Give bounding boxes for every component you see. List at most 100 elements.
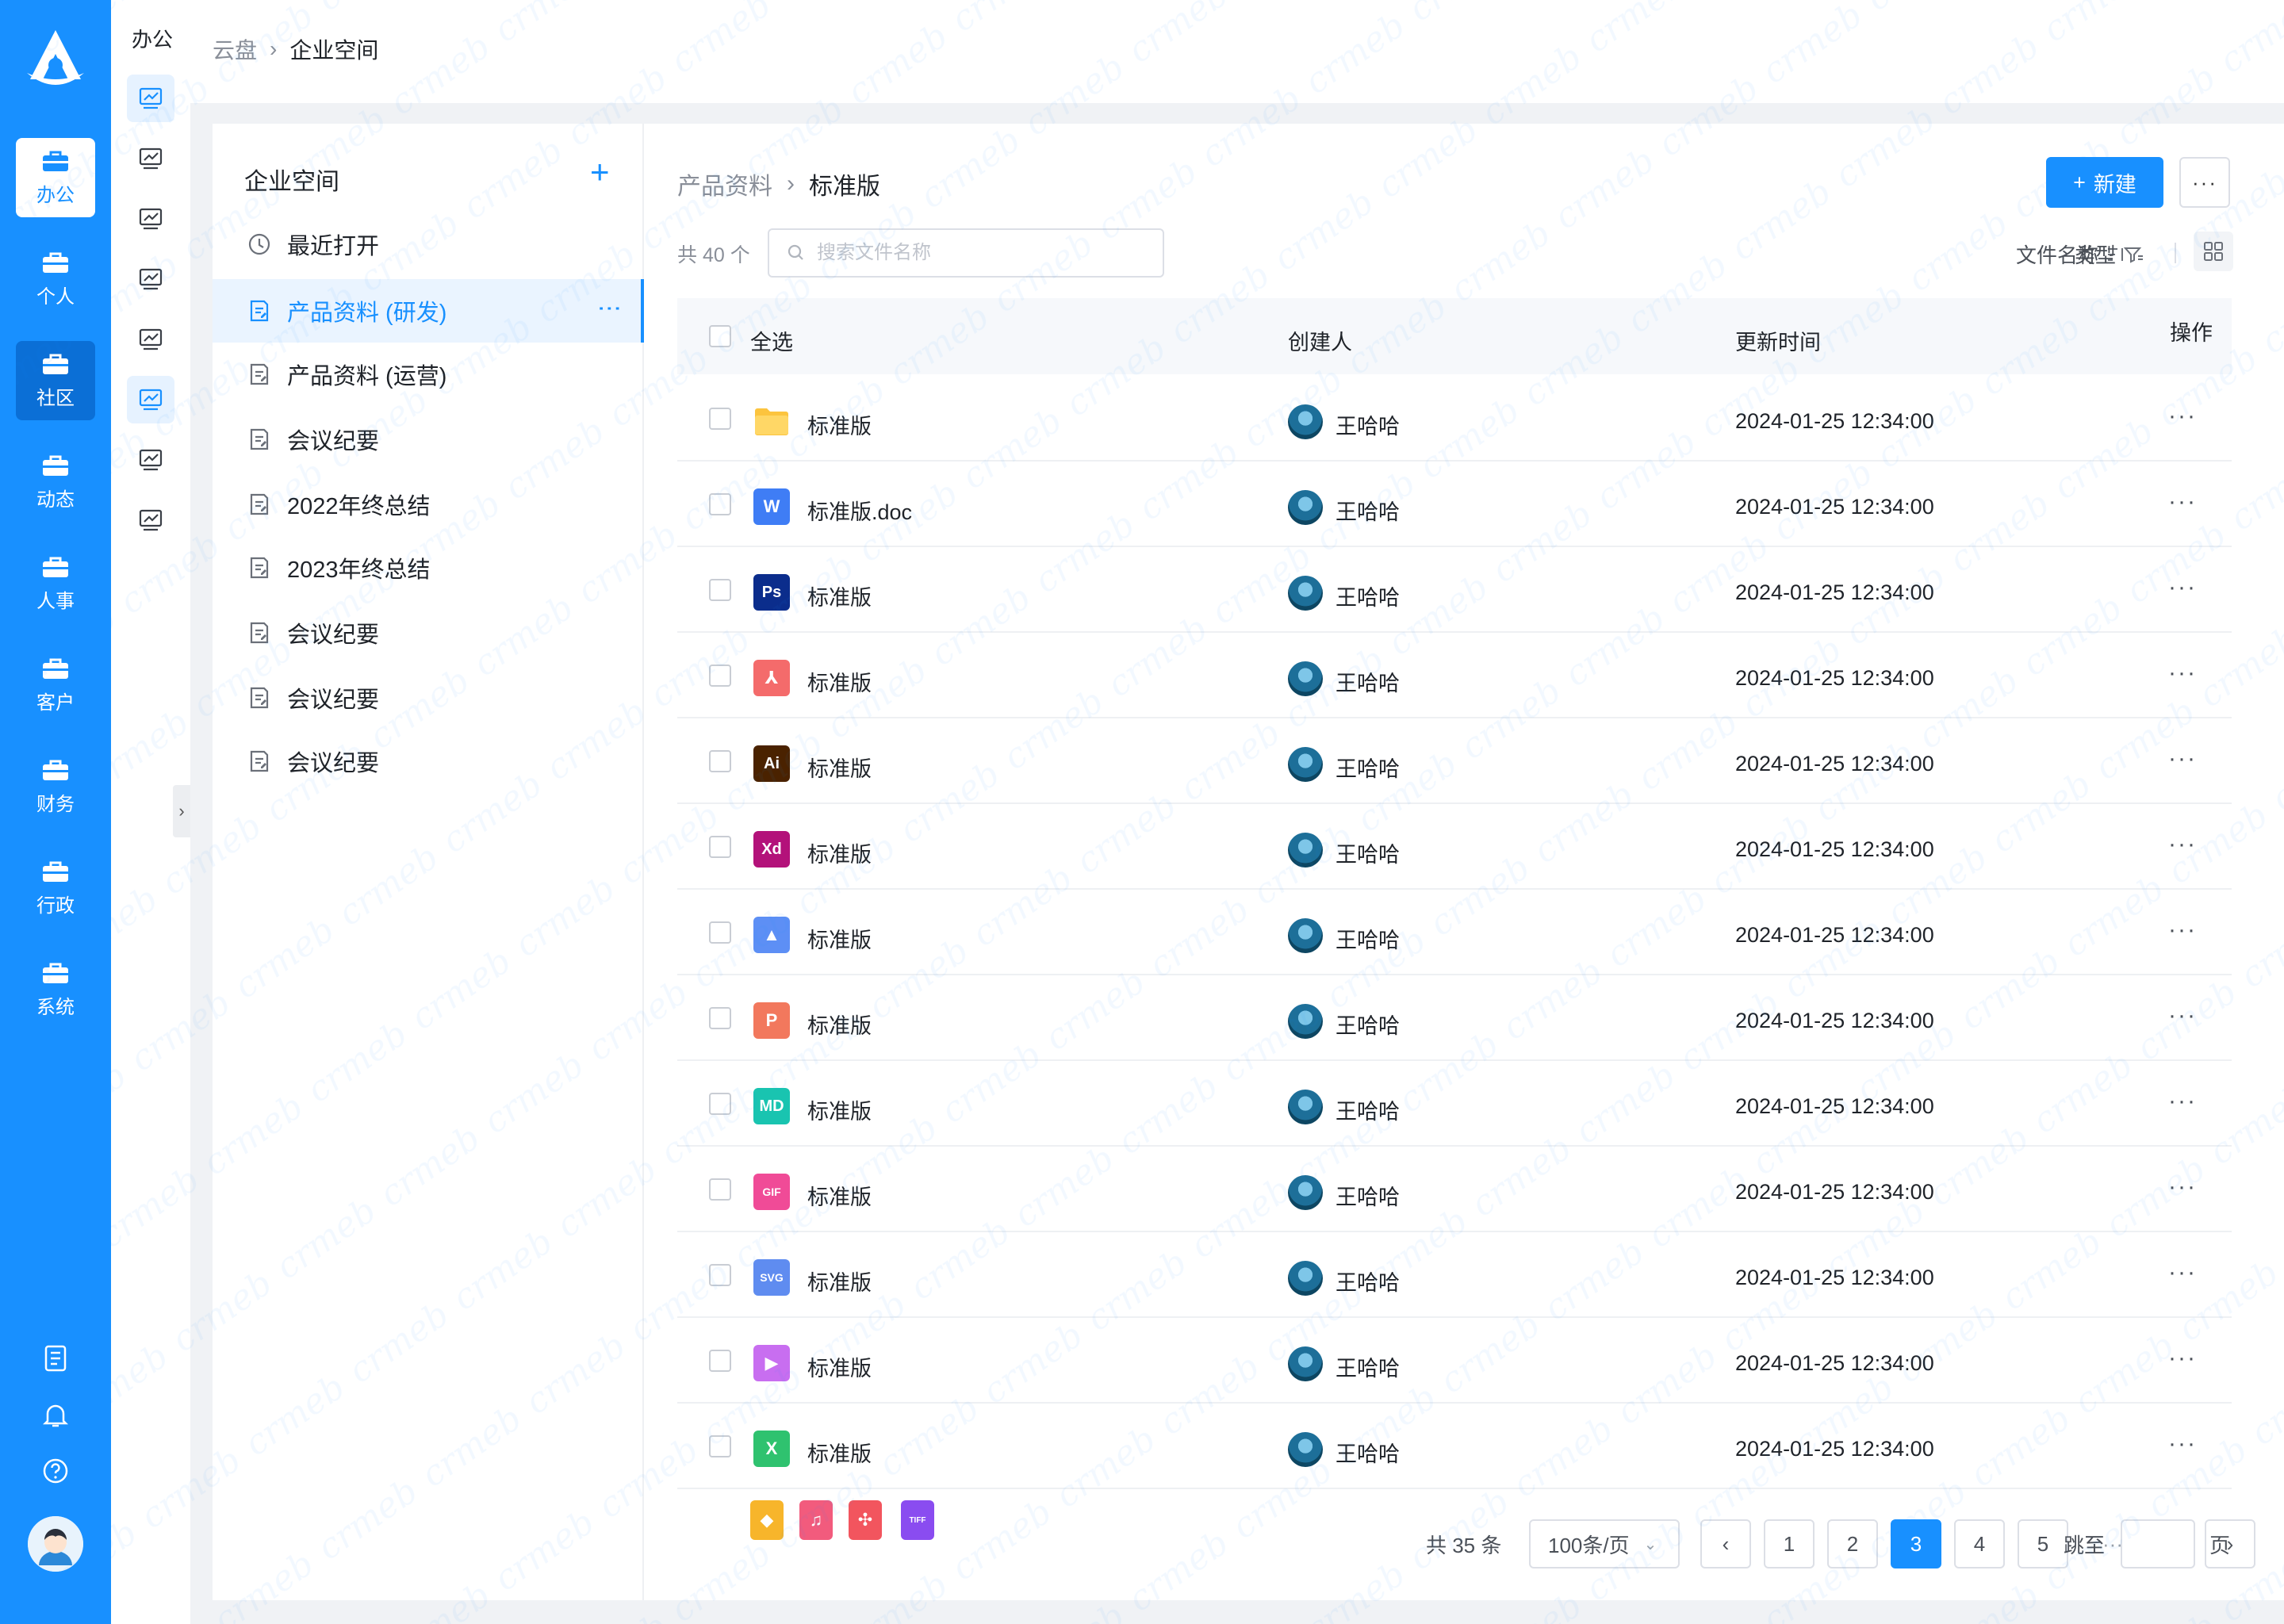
rail-item[interactable]: 个人	[16, 239, 95, 319]
table-row[interactable]: X 标准版 王哈哈 2024-01-25 12:34:00 ···	[677, 1404, 2232, 1489]
file-name[interactable]: 标准版	[807, 923, 872, 954]
table-row[interactable]: P 标准版 王哈哈 2024-01-25 12:34:00 ···	[677, 975, 2232, 1061]
page-button[interactable]: 3	[1891, 1519, 1941, 1568]
row-checkbox[interactable]	[709, 750, 731, 772]
row-more-button[interactable]: ···	[2168, 1174, 2197, 1201]
rail-item[interactable]: 客户	[16, 645, 95, 725]
rail-item[interactable]: 系统	[16, 950, 95, 1029]
jump-input[interactable]	[2126, 1533, 2190, 1555]
row-more-button[interactable]: ···	[2168, 488, 2197, 515]
file-name[interactable]: 标准版	[807, 752, 872, 783]
grid-view-icon[interactable]	[2194, 232, 2233, 271]
plus-icon[interactable]: +	[590, 155, 610, 189]
tree-item[interactable]: 产品资料 (运营)	[213, 343, 644, 406]
row-more-button[interactable]: ···	[2168, 1002, 2197, 1029]
rail-item[interactable]: 人事	[16, 544, 95, 623]
row-more-button[interactable]: ···	[2168, 1259, 2197, 1286]
table-row[interactable]: Ai 标准版 王哈哈 2024-01-25 12:34:00 ···	[677, 718, 2232, 804]
select-all-checkbox[interactable]	[709, 325, 731, 347]
table-row[interactable]: ▶ 标准版 王哈哈 2024-01-25 12:34:00 ···	[677, 1318, 2232, 1404]
crumb-parent[interactable]: 产品资料	[677, 167, 772, 201]
row-checkbox[interactable]	[709, 1093, 731, 1115]
chart-icon[interactable]	[127, 195, 174, 243]
file-name[interactable]: 标准版	[807, 1437, 872, 1468]
file-name[interactable]: 标准版	[807, 1180, 872, 1211]
bell-icon[interactable]	[36, 1396, 75, 1435]
table-row[interactable]: SVG 标准版 王哈哈 2024-01-25 12:34:00 ···	[677, 1232, 2232, 1318]
chart-icon[interactable]	[127, 376, 174, 423]
rail-item[interactable]: 办公	[16, 138, 95, 217]
chart-icon[interactable]	[127, 316, 174, 363]
file-name[interactable]: 标准版	[807, 1009, 872, 1040]
chart-icon[interactable]	[127, 75, 174, 122]
page-size-select[interactable]: 100条/页 ⌄	[1529, 1519, 1680, 1568]
chart-icon[interactable]	[127, 436, 174, 484]
tiff-file-icon[interactable]: TIFF	[901, 1500, 934, 1540]
table-row[interactable]: ⅄ 标准版 王哈哈 2024-01-25 12:34:00 ···	[677, 633, 2232, 718]
prev-page-button[interactable]: ‹	[1700, 1519, 1751, 1568]
page-button[interactable]: 1	[1764, 1519, 1815, 1568]
rail-item[interactable]: 行政	[16, 848, 95, 928]
chart-icon[interactable]	[127, 255, 174, 303]
page-button[interactable]: 4	[1954, 1519, 2005, 1568]
table-row[interactable]: GIF 标准版 王哈哈 2024-01-25 12:34:00 ···	[677, 1147, 2232, 1232]
tree-item[interactable]: 会议纪要	[213, 666, 644, 730]
breadcrumb-root[interactable]: 云盘	[213, 33, 257, 65]
user-avatar[interactable]	[28, 1516, 83, 1572]
table-row[interactable]: Xd 标准版 王哈哈 2024-01-25 12:34:00 ···	[677, 804, 2232, 890]
tree-item[interactable]: 2022年终总结	[213, 473, 644, 536]
file-name[interactable]: 标准版	[807, 666, 872, 697]
row-more-button[interactable]: ···	[2168, 831, 2197, 858]
row-more-button[interactable]: ···	[2168, 1345, 2197, 1372]
row-checkbox[interactable]	[709, 408, 731, 430]
file-name[interactable]: 标准版	[807, 1094, 872, 1125]
notes-icon[interactable]	[36, 1339, 75, 1378]
row-checkbox[interactable]	[709, 836, 731, 858]
row-more-button[interactable]: ···	[2168, 1431, 2197, 1457]
collapse-toggle[interactable]: ›	[173, 785, 190, 837]
file-name[interactable]: 标准版	[807, 1266, 872, 1297]
page-button[interactable]: 5	[2018, 1519, 2068, 1568]
row-more-button[interactable]: ···	[2168, 574, 2197, 601]
file-name[interactable]: 标准版	[807, 1351, 872, 1382]
music-file-icon[interactable]: ♫	[799, 1500, 833, 1540]
search-input[interactable]	[817, 242, 1150, 264]
row-checkbox[interactable]	[709, 1178, 731, 1201]
chart-icon[interactable]	[127, 135, 174, 182]
table-row[interactable]: ▲ 标准版 王哈哈 2024-01-25 12:34:00 ···	[677, 890, 2232, 975]
rail-item[interactable]: 社区	[16, 341, 95, 420]
row-checkbox[interactable]	[709, 1350, 731, 1372]
row-checkbox[interactable]	[709, 493, 731, 515]
tree-item[interactable]: 产品资料 (研发) ⋮	[213, 279, 644, 343]
row-checkbox[interactable]	[709, 579, 731, 601]
page-button[interactable]: 2	[1827, 1519, 1878, 1568]
table-row[interactable]: 标准版 王哈哈 2024-01-25 12:34:00 ···	[677, 376, 2232, 462]
tree-item[interactable]: 最近打开	[213, 213, 644, 276]
table-row[interactable]: Ps 标准版 王哈哈 2024-01-25 12:34:00 ···	[677, 547, 2232, 633]
row-more-button[interactable]: ···	[2168, 1088, 2197, 1115]
tree-item[interactable]: 会议纪要	[213, 730, 644, 793]
rail-item[interactable]: 动态	[16, 442, 95, 522]
tree-item[interactable]: 2023年终总结	[213, 536, 644, 599]
jump-input-wrap[interactable]	[2121, 1519, 2195, 1568]
row-checkbox[interactable]	[709, 665, 731, 687]
row-more-button[interactable]: ···	[2168, 745, 2197, 772]
table-row[interactable]: W 标准版.doc 王哈哈 2024-01-25 12:34:00 ···	[677, 462, 2232, 547]
row-more-button[interactable]: ···	[2168, 917, 2197, 944]
help-icon[interactable]	[36, 1451, 75, 1491]
table-row[interactable]: MD 标准版 王哈哈 2024-01-25 12:34:00 ···	[677, 1061, 2232, 1147]
new-button[interactable]: + 新建	[2046, 157, 2163, 208]
filter-by-type[interactable]: 类型	[2075, 239, 2144, 269]
file-name[interactable]: 标准版.doc	[807, 495, 912, 526]
row-checkbox[interactable]	[709, 1264, 731, 1286]
tree-item[interactable]: 会议纪要	[213, 601, 644, 665]
kebab-icon[interactable]: ⋮	[596, 297, 623, 320]
more-button[interactable]: ···	[2179, 157, 2230, 208]
file-name[interactable]: 标准版	[807, 837, 872, 868]
row-more-button[interactable]: ···	[2168, 660, 2197, 687]
chart-icon[interactable]	[127, 496, 174, 544]
tree-item[interactable]: 会议纪要	[213, 408, 644, 471]
xmind-file-icon[interactable]: ✣	[849, 1500, 882, 1540]
search-box[interactable]	[768, 228, 1164, 278]
file-name[interactable]: 标准版	[807, 580, 872, 611]
